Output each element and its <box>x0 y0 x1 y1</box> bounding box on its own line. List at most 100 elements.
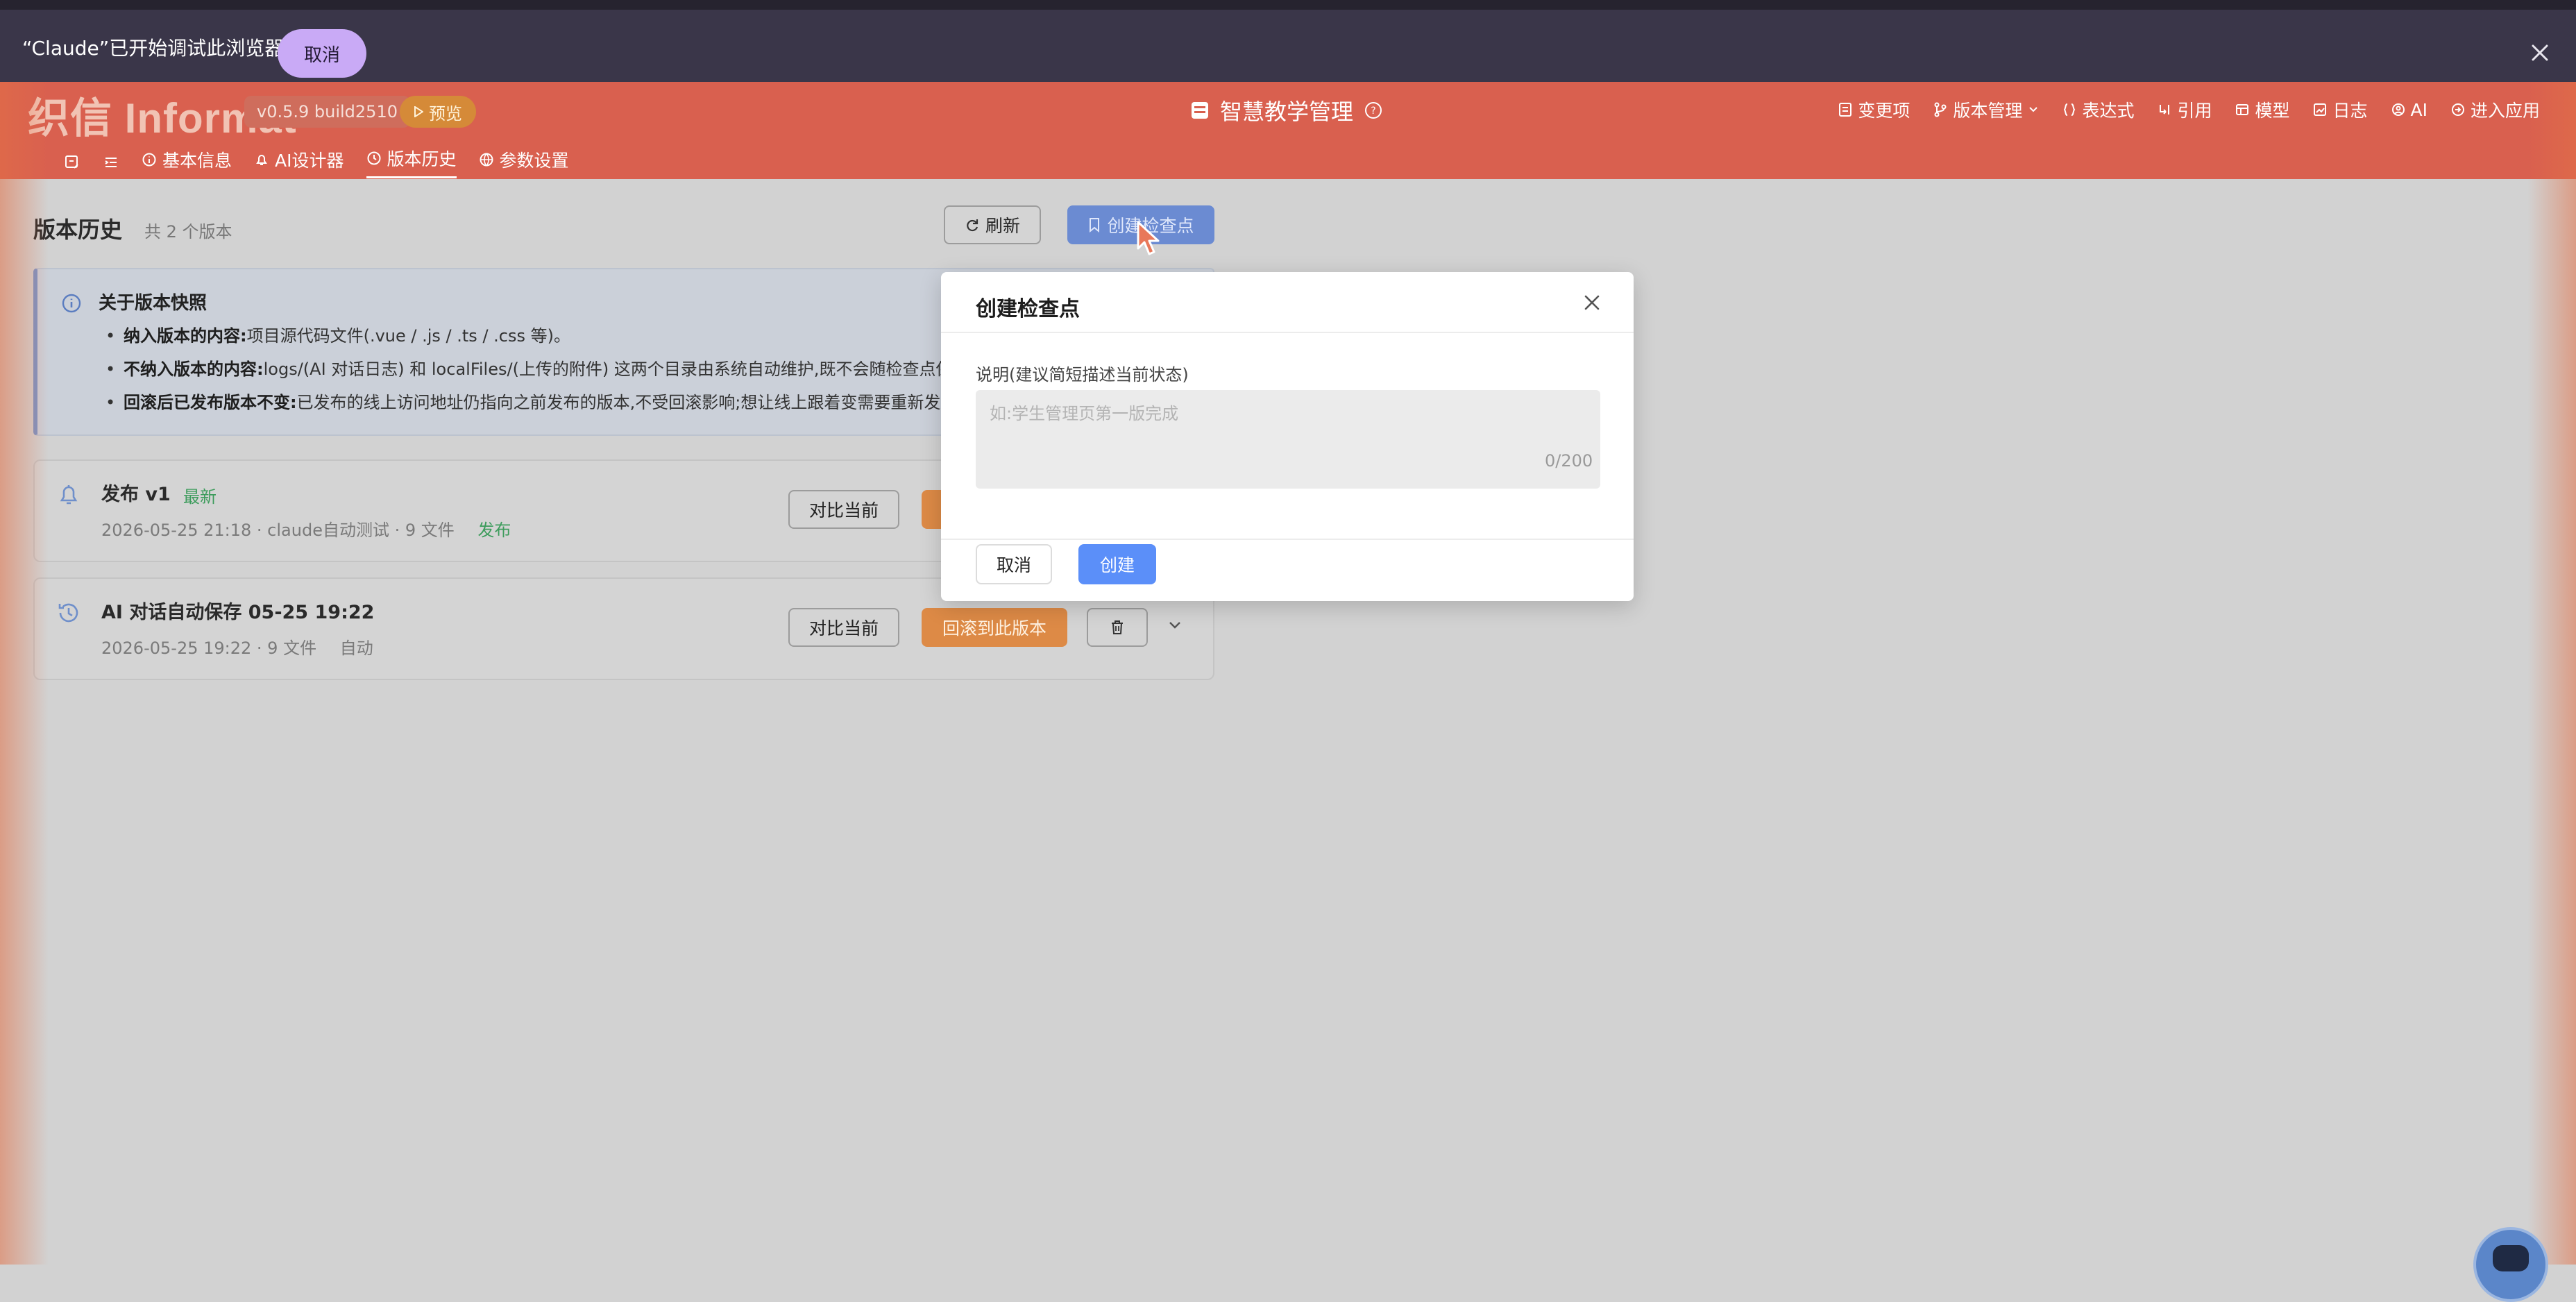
preview-button[interactable]: 预览 <box>400 96 476 128</box>
version-files: · 9 文件 <box>256 639 317 658</box>
delete-button[interactable] <box>1087 608 1148 647</box>
menu-expression[interactable]: 表达式 <box>2062 97 2134 122</box>
table-icon <box>2236 104 2249 115</box>
bookmark-icon <box>1090 218 1100 233</box>
debug-message: “Claude”已开始调试此浏览器 <box>22 37 285 60</box>
tab-version-history[interactable]: 版本历史 <box>366 146 457 178</box>
create-button[interactable]: 创建 <box>1078 544 1156 584</box>
menu-version-manage[interactable]: 版本管理 <box>1933 97 2039 122</box>
menu-changes[interactable]: 变更项 <box>1838 97 1910 122</box>
version-tag: 发布 <box>477 521 511 540</box>
menu-log[interactable]: 日志 <box>2313 97 2368 122</box>
debug-cancel-button[interactable]: 取消 <box>278 29 366 78</box>
chevron-down-icon[interactable] <box>1166 616 1184 634</box>
close-icon[interactable] <box>2526 39 2554 67</box>
robot-icon <box>2493 1245 2529 1271</box>
version-files: · 9 文件 <box>394 521 455 540</box>
help-icon[interactable]: ? <box>1364 101 1382 119</box>
dialog-title: 创建检查点 <box>976 297 1080 321</box>
tab-param-settings-label: 参数设置 <box>499 150 569 171</box>
user-circle-icon <box>2391 103 2405 116</box>
version-name: AI 对话自动保存 05-25 19:22 <box>101 602 375 623</box>
branch-icon <box>1934 102 1947 117</box>
trash-icon <box>1112 620 1123 634</box>
info-title: 关于版本快照 <box>99 293 207 314</box>
app-header: 织信 Informat v0.5.9 build2510 预览 智慧教学管理 ?… <box>0 82 2576 179</box>
enter-icon <box>2451 103 2464 116</box>
version-time: 2026-05-25 21:18 <box>101 521 252 540</box>
tab-basic-info[interactable]: 基本信息 <box>142 147 232 178</box>
globe-icon <box>480 153 493 166</box>
info-icon <box>142 153 156 166</box>
history-icon <box>367 151 380 165</box>
refresh-icon <box>967 219 978 232</box>
compare-current-button[interactable]: 对比当前 <box>788 608 899 647</box>
menu-version-manage-label: 版本管理 <box>1953 101 2023 121</box>
create-checkpoint-dialog: 创建检查点 说明(建议简短描述当前状态) 0/200 取消 创建 <box>941 272 1634 601</box>
menu-model-label: 模型 <box>2255 101 2290 121</box>
info-item-text: logs/(AI 对话日志) 和 localFiles/(上传的附件) 这两个目… <box>263 360 969 379</box>
info-item: 纳入版本的内容:项目源代码文件(.vue / .js / .ts / .css … <box>105 323 969 357</box>
svg-text:?: ? <box>1371 105 1375 117</box>
info-item-text: 已发布的线上访问地址仍指向之前发布的版本,不受回滚影响;想让线上跟着变需要重新发… <box>296 393 958 412</box>
app-title-text: 智慧教学管理 <box>1220 99 1354 125</box>
info-list: 纳入版本的内容:项目源代码文件(.vue / .js / .ts / .css … <box>105 323 969 423</box>
rollback-button[interactable]: 回滚到此版本 <box>922 608 1067 647</box>
edge-vignette-left <box>0 82 49 1265</box>
menu-model[interactable]: 模型 <box>2235 97 2289 122</box>
cancel-button[interactable]: 取消 <box>976 544 1052 584</box>
info-item-text: 项目源代码文件(.vue / .js / .ts / .css 等)。 <box>246 326 570 346</box>
debug-banner: “Claude”已开始调试此浏览器 取消 <box>0 0 2576 82</box>
close-icon[interactable] <box>1579 290 1604 315</box>
menu-changes-label: 变更项 <box>1858 101 1910 121</box>
info-item-bold: 纳入版本的内容: <box>124 326 247 346</box>
refresh-label: 刷新 <box>985 216 1020 236</box>
tab-param-settings[interactable]: 参数设置 <box>479 147 569 178</box>
description-label: 说明(建议简短描述当前状态) <box>976 365 1189 384</box>
braces-icon <box>2064 103 2076 116</box>
description-input[interactable] <box>976 390 1600 489</box>
info-icon <box>62 294 81 313</box>
tab-ai-designer-label: AI设计器 <box>275 150 344 171</box>
bell-icon <box>256 154 267 165</box>
info-item-bold: 不纳入版本的内容: <box>124 360 264 379</box>
list-indent-icon[interactable] <box>103 154 119 171</box>
version-meta: 2026-05-25 19:22 · 9 文件 自动 <box>101 634 373 659</box>
bell-icon <box>60 485 78 505</box>
version-time: 2026-05-25 19:22 <box>101 639 252 658</box>
cursor-icon <box>1137 221 1160 255</box>
menu-reference-label: 引用 <box>2177 101 2212 121</box>
menu-ai-label: AI <box>2410 99 2427 120</box>
app-icon <box>1192 102 1208 119</box>
preview-label: 预览 <box>429 103 462 124</box>
history-icon <box>58 603 78 623</box>
dialog-divider <box>941 332 1634 333</box>
chevron-down-icon <box>2029 107 2038 112</box>
menu-log-label: 日志 <box>2332 101 2368 121</box>
info-item-bold: 回滚后已发布版本不变: <box>124 393 297 412</box>
version-badge: v0.5.9 build2510 <box>244 96 410 128</box>
dialog-divider <box>941 539 1634 540</box>
latest-badge: 最新 <box>183 487 217 507</box>
version-meta: 2026-05-25 21:18 · claude自动测试 · 9 文件 发布 <box>101 516 511 541</box>
edit-note-icon[interactable] <box>64 154 80 171</box>
play-icon <box>414 106 423 117</box>
sub-navigation: 基本信息 AI设计器 版本历史 参数设置 <box>64 146 569 178</box>
version-author: · claude自动测试 <box>256 521 389 540</box>
menu-enter-app[interactable]: 进入应用 <box>2451 97 2540 122</box>
refresh-button[interactable]: 刷新 <box>944 205 1041 244</box>
tab-ai-designer[interactable]: AI设计器 <box>254 147 344 178</box>
menu-ai[interactable]: AI <box>2391 97 2427 122</box>
menu-reference[interactable]: 引用 <box>2158 97 2212 122</box>
tab-basic-info-label: 基本信息 <box>162 150 232 171</box>
info-item: 回滚后已发布版本不变:已发布的线上访问地址仍指向之前发布的版本,不受回滚影响;想… <box>105 390 969 423</box>
assistant-bot-button[interactable] <box>2473 1227 2548 1302</box>
document-icon <box>1839 103 1852 117</box>
log-icon <box>2314 103 2327 116</box>
header-menu: 变更项 版本管理 表达式 引用 模型 日志 AI 进入应用 <box>1838 97 2540 122</box>
compare-current-button[interactable]: 对比当前 <box>788 490 899 529</box>
tab-version-history-label: 版本历史 <box>387 149 457 169</box>
link-icon <box>2160 105 2170 115</box>
menu-expression-label: 表达式 <box>2082 101 2135 121</box>
info-item: 不纳入版本的内容:logs/(AI 对话日志) 和 localFiles/(上传… <box>105 357 969 390</box>
